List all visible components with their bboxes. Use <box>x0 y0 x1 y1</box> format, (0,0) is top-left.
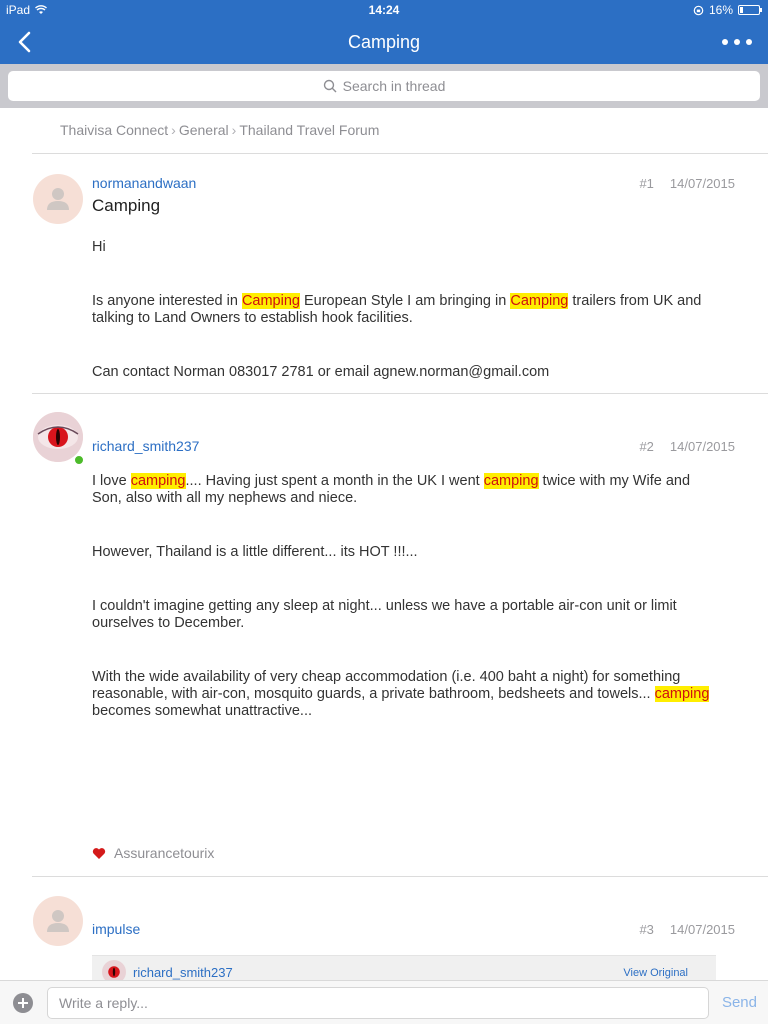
page-title: Camping <box>347 32 421 52</box>
paragraph-text: I love <box>92 473 131 489</box>
search-highlight: Camping <box>241 293 300 309</box>
default-avatar-icon <box>47 188 69 210</box>
search-highlight: camping <box>654 686 710 702</box>
breadcrumb-item[interactable]: General <box>179 122 229 138</box>
paragraph-text: becomes somewhat unattractive... <box>92 703 313 719</box>
post-title: Camping <box>92 196 161 215</box>
post-date: 14/07/2015 <box>669 922 735 937</box>
search-highlight: camping <box>130 473 186 489</box>
view-original-link[interactable]: View Original <box>623 967 688 979</box>
post-number: #2 <box>639 439 654 454</box>
post-number: #1 <box>639 176 654 191</box>
post-date: 14/07/2015 <box>669 176 735 191</box>
eye-avatar-icon <box>33 412 83 462</box>
post-date: 14/07/2015 <box>669 439 735 454</box>
paragraph-text: Hi <box>92 239 106 255</box>
search-icon <box>323 79 337 93</box>
more-dots-icon[interactable] <box>722 30 752 54</box>
paragraph-text: .... Having just spent a month in the UK… <box>185 473 484 489</box>
battery-percent: 16% <box>708 3 733 17</box>
breadcrumb-item[interactable]: Thailand Travel Forum <box>239 122 379 138</box>
post-body: I love camping.... Having just spent a m… <box>92 473 722 757</box>
quote-author[interactable]: richard_smith237 <box>133 965 233 980</box>
avatar[interactable] <box>33 896 83 946</box>
rotation-lock-icon <box>693 5 704 15</box>
search-highlight: Camping <box>510 293 569 309</box>
battery-icon <box>738 5 762 15</box>
post-paragraph: With the wide availability of very cheap… <box>92 669 722 720</box>
avatar[interactable] <box>33 174 83 224</box>
post-meta: #2 14/07/2015 <box>639 439 735 454</box>
status-time: 14:24 <box>368 3 400 17</box>
top-bar: iPad 14:24 16% Camping <box>0 0 768 64</box>
paragraph-text: European Style I am bringing in <box>299 293 511 309</box>
search-input[interactable]: Search in thread <box>8 71 760 101</box>
default-avatar-icon <box>47 910 69 932</box>
paragraph-text: Is anyone interested in <box>92 293 242 309</box>
post-author[interactable]: richard_smith237 <box>92 438 199 454</box>
search-placeholder: Search in thread <box>342 78 446 94</box>
post-author[interactable]: normanandwaan <box>92 175 196 191</box>
search-highlight: camping <box>483 473 539 489</box>
paragraph-text: I couldn't imagine getting any sleep at … <box>92 598 677 631</box>
post-author[interactable]: impulse <box>92 921 140 937</box>
divider <box>32 153 768 154</box>
post-paragraph: I love camping.... Having just spent a m… <box>92 473 722 507</box>
divider <box>32 393 768 394</box>
post-paragraph: Can contact Norman 083017 2781 or email … <box>92 364 722 381</box>
reply-input[interactable] <box>47 987 709 1019</box>
breadcrumb-separator: › <box>231 122 237 138</box>
divider <box>32 876 768 877</box>
avatar[interactable] <box>33 412 83 462</box>
post-meta: #1 14/07/2015 <box>639 176 735 191</box>
like-row: Assurancetourix <box>92 845 214 861</box>
search-bar: Search in thread <box>0 64 768 108</box>
paragraph-text: Can contact Norman 083017 2781 or email … <box>92 364 550 380</box>
post-paragraph: Hi <box>92 239 722 256</box>
nav-bar: Camping <box>0 20 768 64</box>
reply-bar: Send <box>0 980 768 1024</box>
breadcrumb-separator: › <box>171 122 176 138</box>
add-icon[interactable] <box>13 993 33 1013</box>
breadcrumb: Thaivisa Connect › General › Thailand Tr… <box>60 122 379 138</box>
paragraph-text: However, Thailand is a little different.… <box>92 544 418 560</box>
paragraph-text: With the wide availability of very cheap… <box>92 669 681 702</box>
post-paragraph: Is anyone interested in Camping European… <box>92 293 722 327</box>
post-paragraph: I couldn't imagine getting any sleep at … <box>92 598 722 632</box>
heart-icon[interactable] <box>92 847 106 860</box>
post-paragraph: However, Thailand is a little different.… <box>92 544 722 561</box>
post-number: #3 <box>639 922 654 937</box>
post-meta: #3 14/07/2015 <box>639 922 735 937</box>
liked-by[interactable]: Assurancetourix <box>114 845 214 861</box>
online-indicator <box>74 455 84 465</box>
breadcrumb-item[interactable]: Thaivisa Connect <box>60 122 168 138</box>
status-bar: iPad 14:24 16% <box>0 0 768 20</box>
post-body: Hi Is anyone interested in Camping Europe… <box>92 239 722 418</box>
send-button[interactable]: Send <box>722 994 757 1011</box>
